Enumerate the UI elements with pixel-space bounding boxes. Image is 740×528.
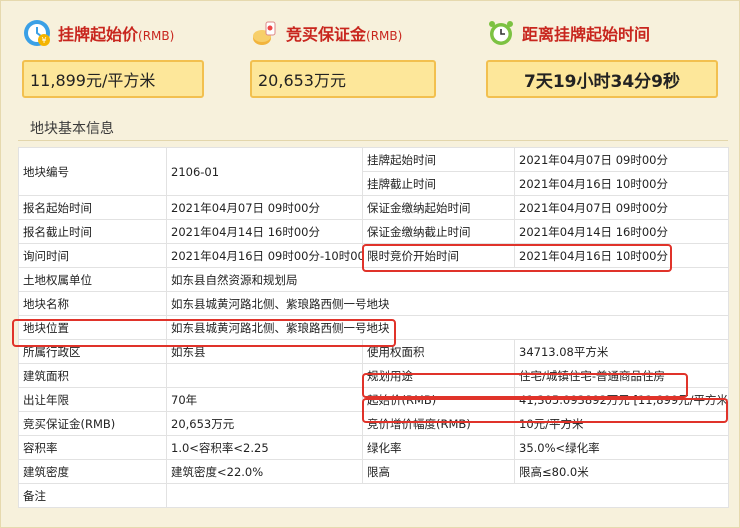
height: 限高≤80.0米 [514,459,729,484]
reg-end: 2021年04月14日 16时00分 [166,219,363,244]
countdown-header: 距离挂牌起始时间 [486,18,650,48]
planned-use: 住宅/城镇住宅-普通商品住房 [514,363,729,388]
start-price-row: 41,305.093892万元 [11,899元/平方米] [514,387,729,412]
deposit-label: 竞买保证金(RMB) [286,25,403,44]
owner: 如东县自然资源和规划局 [166,267,729,292]
start-price-row-label: 起始价(RMB) [362,387,515,412]
alarm-clock-icon [486,18,516,48]
term: 70年 [166,387,363,412]
deposit-end-label: 保证金缴纳截止时间 [362,219,515,244]
start-price-header: ¥ 挂牌起始价(RMB) [22,18,174,48]
timed-bid-label: 限时竞价开始时间 [362,243,515,268]
inquiry: 2021年04月16日 09时00分-10时00分 [166,243,363,268]
parcel-info-table: 地块编号 2106-01 挂牌起始时间 2021年04月07日 09时00分 挂… [18,147,729,508]
countdown-label: 距离挂牌起始时间 [522,25,651,44]
green-label: 绿化率 [362,435,515,460]
term-label: 出让年限 [18,387,167,412]
deposit-start-label: 保证金缴纳起始时间 [362,195,515,220]
far-label: 容积率 [18,435,167,460]
reg-end-label: 报名截止时间 [18,219,167,244]
start-price-label: 挂牌起始价(RMB) [58,25,175,44]
listing-start-label: 挂牌起始时间 [362,147,515,172]
far: 1.0<容积率<2.25 [166,435,363,460]
use-area: 34713.08平方米 [514,339,729,364]
district: 如东县 [166,339,363,364]
build-area [166,363,363,388]
height-label: 限高 [362,459,515,484]
inquiry-label: 询问时间 [18,243,167,268]
planned-use-label: 规划用途 [362,363,515,388]
district-label: 所属行政区 [18,339,167,364]
location-label: 地块位置 [18,315,167,340]
increment: 10元/平方米 [514,411,729,436]
name-label: 地块名称 [18,291,167,316]
price-clock-icon: ¥ [22,18,52,48]
listing-end-label: 挂牌截止时间 [362,171,515,196]
increment-label: 竞价增价幅度(RMB) [362,411,515,436]
green: 35.0%<绿化率 [514,435,729,460]
deposit-header: 竞买保证金(RMB) [250,18,402,48]
parcel-no-label: 地块编号 [18,147,167,196]
timed-bid: 2021年04月16日 10时00分 [514,243,729,268]
remark [166,483,729,508]
reg-start: 2021年04月07日 09时00分 [166,195,363,220]
section-title: 地块基本信息 [30,121,114,137]
start-price-value: 11,899元/平方米 [22,60,204,98]
owner-label: 土地权属单位 [18,267,167,292]
listing-start: 2021年04月07日 09时00分 [514,147,729,172]
reg-start-label: 报名起始时间 [18,195,167,220]
build-area-label: 建筑面积 [18,363,167,388]
bid-deposit-label: 竞买保证金(RMB) [18,411,167,436]
countdown-value: 7天19小时34分9秒 [486,60,718,98]
section-divider [18,140,728,141]
remark-label: 备注 [18,483,167,508]
density: 建筑密度<22.0% [166,459,363,484]
deposit-end: 2021年04月14日 16时00分 [514,219,729,244]
deposit-start: 2021年04月07日 09时00分 [514,195,729,220]
location: 如东县城黄河路北侧、紫琅路西侧一号地块 [166,315,729,340]
svg-text:¥: ¥ [41,36,46,45]
bid-deposit: 20,653万元 [166,411,363,436]
money-bag-icon [250,18,280,48]
parcel-no: 2106-01 [166,147,363,196]
density-label: 建筑密度 [18,459,167,484]
use-area-label: 使用权面积 [362,339,515,364]
deposit-value: 20,653万元 [250,60,436,98]
name: 如东县城黄河路北侧、紫琅路西侧一号地块 [166,291,729,316]
listing-end: 2021年04月16日 10时00分 [514,171,729,196]
